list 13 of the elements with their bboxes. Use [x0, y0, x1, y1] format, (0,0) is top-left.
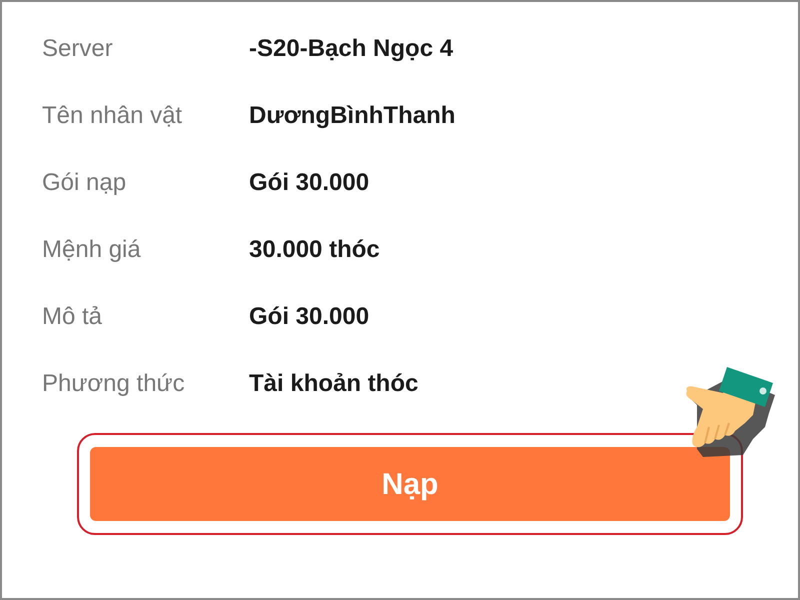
detail-label: Gói nạp: [42, 168, 128, 198]
detail-value: Tài khoản thóc: [249, 368, 418, 398]
detail-value: Gói 30.000: [249, 302, 370, 332]
detail-value: 30.000 thóc: [249, 234, 380, 264]
detail-label: Phương thức: [42, 368, 186, 398]
detail-label: Server: [42, 34, 114, 64]
detail-value: DươngBìnhThanh: [249, 100, 456, 130]
submit-button[interactable]: Nạp: [90, 447, 730, 521]
detail-label: Tên nhân vật: [42, 100, 184, 130]
detail-value: Gói 30.000: [249, 168, 370, 198]
detail-label: Mô tả: [42, 302, 104, 332]
detail-value: -S20-Bạch Ngọc 4: [249, 34, 454, 64]
detail-label: Mệnh giá: [42, 234, 142, 264]
